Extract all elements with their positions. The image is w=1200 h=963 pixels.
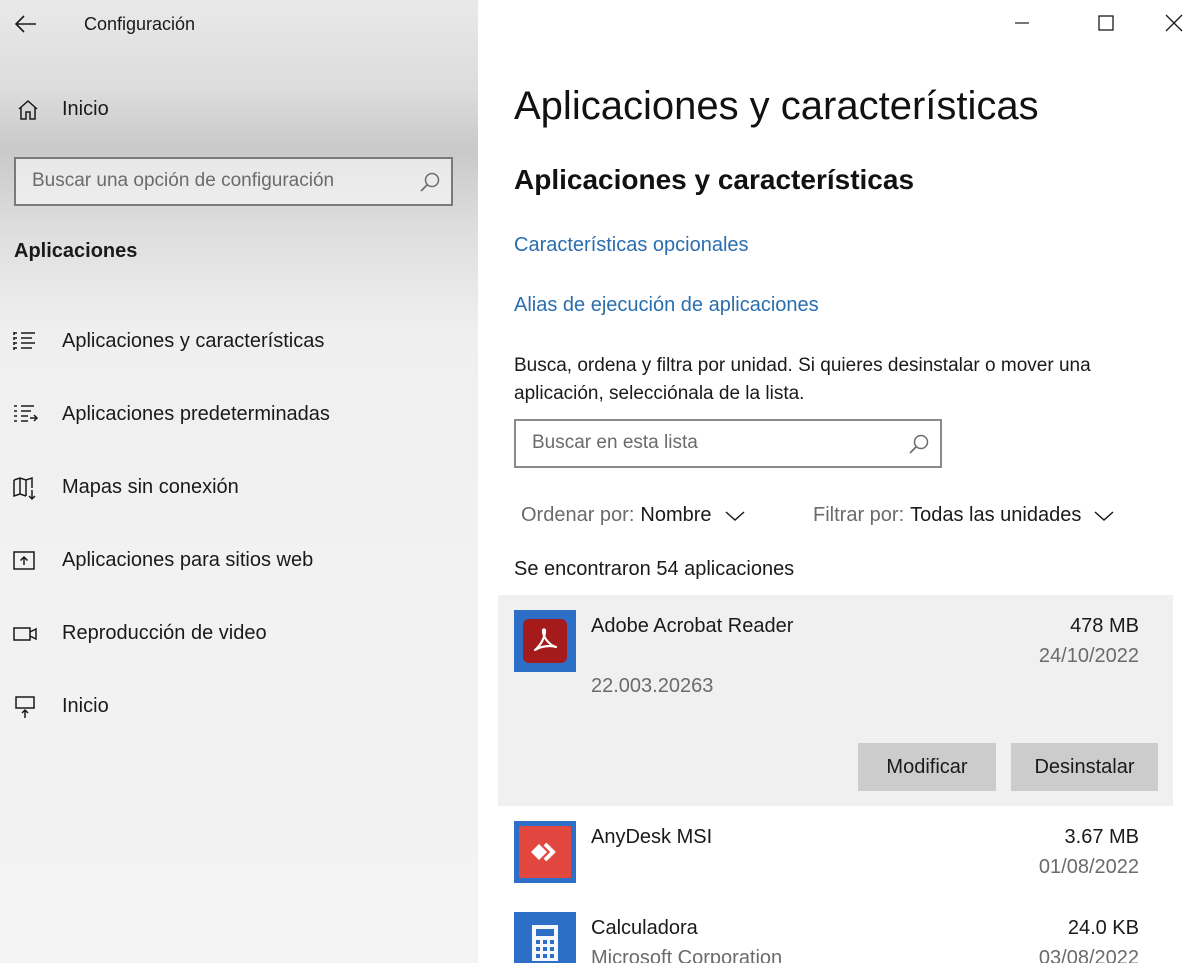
sort-dropdown[interactable]: Ordenar por: Nombre [521,504,746,527]
app-size: 24.0 KB [1067,917,1139,939]
app-count-text: Se encontraron 54 aplicaciones [514,558,795,580]
sidebar-item-apps-websites[interactable]: Aplicaciones para sitios web [0,538,478,584]
sort-label: Ordenar por: [521,504,635,526]
app-name: Calculadora [591,917,698,939]
app-install-date: 24/10/2022 [1038,645,1139,667]
sidebar-item-home[interactable]: Inicio [0,90,478,130]
close-icon [1165,14,1183,32]
filter-value: Todas las unidades [910,504,1082,526]
apps-for-websites-icon [13,551,35,570]
video-playback-icon [13,627,37,641]
app-publisher: Microsoft Corporation [591,947,783,963]
sort-value: Nombre [640,504,712,526]
filter-label: Filtrar por: [813,504,905,526]
sidebar-item-apps-features[interactable]: Aplicaciones y características [0,319,478,365]
main-content: Aplicaciones y características Aplicacio… [478,0,1200,963]
app-version: 22.003.20263 [591,675,714,697]
maximize-icon [1098,15,1114,31]
sidebar-item-startup[interactable]: Inicio [0,684,478,730]
adobe-acrobat-icon [514,610,576,672]
sidebar-item-label: Aplicaciones para sitios web [62,549,314,571]
modify-button[interactable]: Modificar [858,743,996,791]
maximize-button[interactable] [1078,0,1134,46]
sidebar-item-label: Reproducción de video [62,622,267,644]
apps-features-icon [13,332,35,350]
minimize-icon [1015,22,1029,24]
offline-maps-icon [13,476,36,501]
sidebar-item-label: Inicio [62,695,109,717]
sidebar-item-default-apps[interactable]: Aplicaciones predeterminadas [0,392,478,438]
sidebar-item-offline-maps[interactable]: Mapas sin conexión [0,465,478,511]
chevron-down-icon [1094,510,1114,521]
sidebar-section-title: Aplicaciones [14,240,138,262]
sidebar-item-label: Inicio [62,98,109,120]
optional-features-link[interactable]: Características opcionales [514,234,749,257]
calculator-icon [514,912,576,963]
back-button[interactable] [10,8,42,40]
app-list-search-input[interactable]: Buscar en esta lista [514,419,942,468]
sidebar-item-label: Aplicaciones predeterminadas [62,403,330,425]
chevron-down-icon [725,510,745,521]
app-name: Adobe Acrobat Reader [591,615,794,637]
description-text: Busca, ordena y filtra por unidad. Si qu… [514,355,1091,404]
app-size: 478 MB [1070,615,1139,637]
close-button[interactable] [1146,0,1200,46]
app-name: AnyDesk MSI [591,826,713,848]
filter-dropdown[interactable]: Filtrar por: Todas las unidades [813,504,1115,527]
sidebar-item-video-playback[interactable]: Reproducción de video [0,611,478,657]
default-apps-icon [14,405,38,422]
app-list-item[interactable]: Calculadora Microsoft Corporation 24.0 K… [498,897,1173,963]
back-arrow-icon [15,15,36,33]
sidebar-item-label: Mapas sin conexión [62,476,239,498]
section-heading: Aplicaciones y características [514,164,915,195]
page-title: Aplicaciones y características [514,84,1039,128]
minimize-button[interactable] [994,0,1050,46]
search-icon [420,172,440,192]
search-icon [909,434,929,454]
app-title: Configuración [84,14,196,34]
app-execution-aliases-link[interactable]: Alias de ejecución de aplicaciones [514,294,819,317]
settings-search-input[interactable]: Buscar una opción de configuración [14,157,453,206]
uninstall-button[interactable]: Desinstalar [1011,743,1158,791]
sidebar-item-label: Aplicaciones y características [62,330,325,352]
app-install-date: 03/08/2022 [1038,947,1139,963]
app-size: 3.67 MB [1064,826,1139,848]
app-install-date: 01/08/2022 [1038,856,1139,878]
search-placeholder: Buscar una opción de configuración [32,170,335,191]
sidebar: Configuración Inicio Buscar una opción d… [0,0,478,963]
home-icon [18,99,38,120]
app-list-item-selected[interactable]: Adobe Acrobat Reader 478 MB 24/10/2022 2… [498,595,1173,806]
search-placeholder: Buscar en esta lista [532,432,698,453]
title-bar: Configuración [0,0,478,50]
startup-icon [15,696,35,718]
anydesk-icon [514,821,576,883]
app-list-item[interactable]: AnyDesk MSI 3.67 MB 01/08/2022 [498,806,1173,896]
